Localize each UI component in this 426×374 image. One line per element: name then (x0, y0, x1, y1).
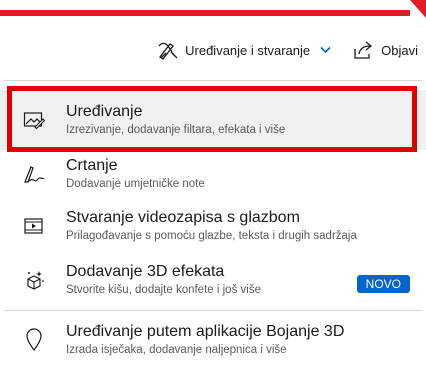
share-icon (353, 40, 375, 60)
menu-item-description: Prilagođavanje s pomoću glazbe, teksta i… (66, 230, 357, 242)
menu-item-label: Dodavanje 3D efekata (66, 263, 225, 280)
menu-item-description: Stvorite kišu, dodajte konfete i još viš… (66, 284, 261, 296)
menu-item-description: Dodavanje umjetničke note (66, 178, 205, 190)
share-label: Objavi (381, 42, 418, 58)
menu-item-edit[interactable]: Uređivanje Izrezivanje, dodavanje filtar… (0, 90, 426, 150)
menu-item-paint3d[interactable]: Uređivanje putem aplikacije Bojanje 3D I… (0, 313, 426, 367)
menu-item-label: Crtanje (66, 157, 118, 174)
pen-draw-icon (22, 162, 46, 186)
menu-item-3d-effects[interactable]: Dodavanje 3D efekata Stvorite kišu, doda… (0, 254, 426, 306)
toolbar-divider (4, 80, 422, 81)
red-annotation-bar (0, 10, 410, 16)
menu-item-description: Izrada isječaka, dodavanje naljepnica i … (66, 344, 287, 356)
menu-item-label: Stvaranje videozapisa s glazbom (66, 209, 300, 226)
toolbar: Uređivanje i stvaranje Objavi (0, 30, 426, 70)
image-edit-icon (22, 108, 46, 132)
top-highlight-fragment (0, 0, 426, 20)
paint3d-icon (22, 328, 46, 352)
menu-item-label: Uređivanje (66, 103, 143, 120)
chevron-down-icon (320, 46, 331, 54)
red-annotation-corner (410, 0, 426, 18)
menu-item-label: Uređivanje putem aplikacije Bojanje 3D (66, 323, 345, 340)
share-button[interactable]: Objavi (353, 40, 418, 60)
edit-create-icon (157, 40, 179, 60)
3d-effects-icon (22, 268, 46, 292)
menu-item-description: Izrezivanje, dodavanje filtara, efekata … (66, 124, 286, 136)
edit-create-menu: Uređivanje Izrezivanje, dodavanje filtar… (0, 83, 426, 367)
new-badge: NOVO (356, 275, 410, 293)
menu-divider (4, 310, 422, 311)
menu-item-draw[interactable]: Crtanje Dodavanje umjetničke note (0, 150, 426, 198)
edit-and-create-button[interactable]: Uređivanje i stvaranje (157, 40, 331, 60)
video-music-icon (22, 214, 46, 238)
menu-item-video-music[interactable]: Stvaranje videozapisa s glazbom Prilagođ… (0, 198, 426, 254)
edit-create-label: Uređivanje i stvaranje (185, 42, 311, 58)
